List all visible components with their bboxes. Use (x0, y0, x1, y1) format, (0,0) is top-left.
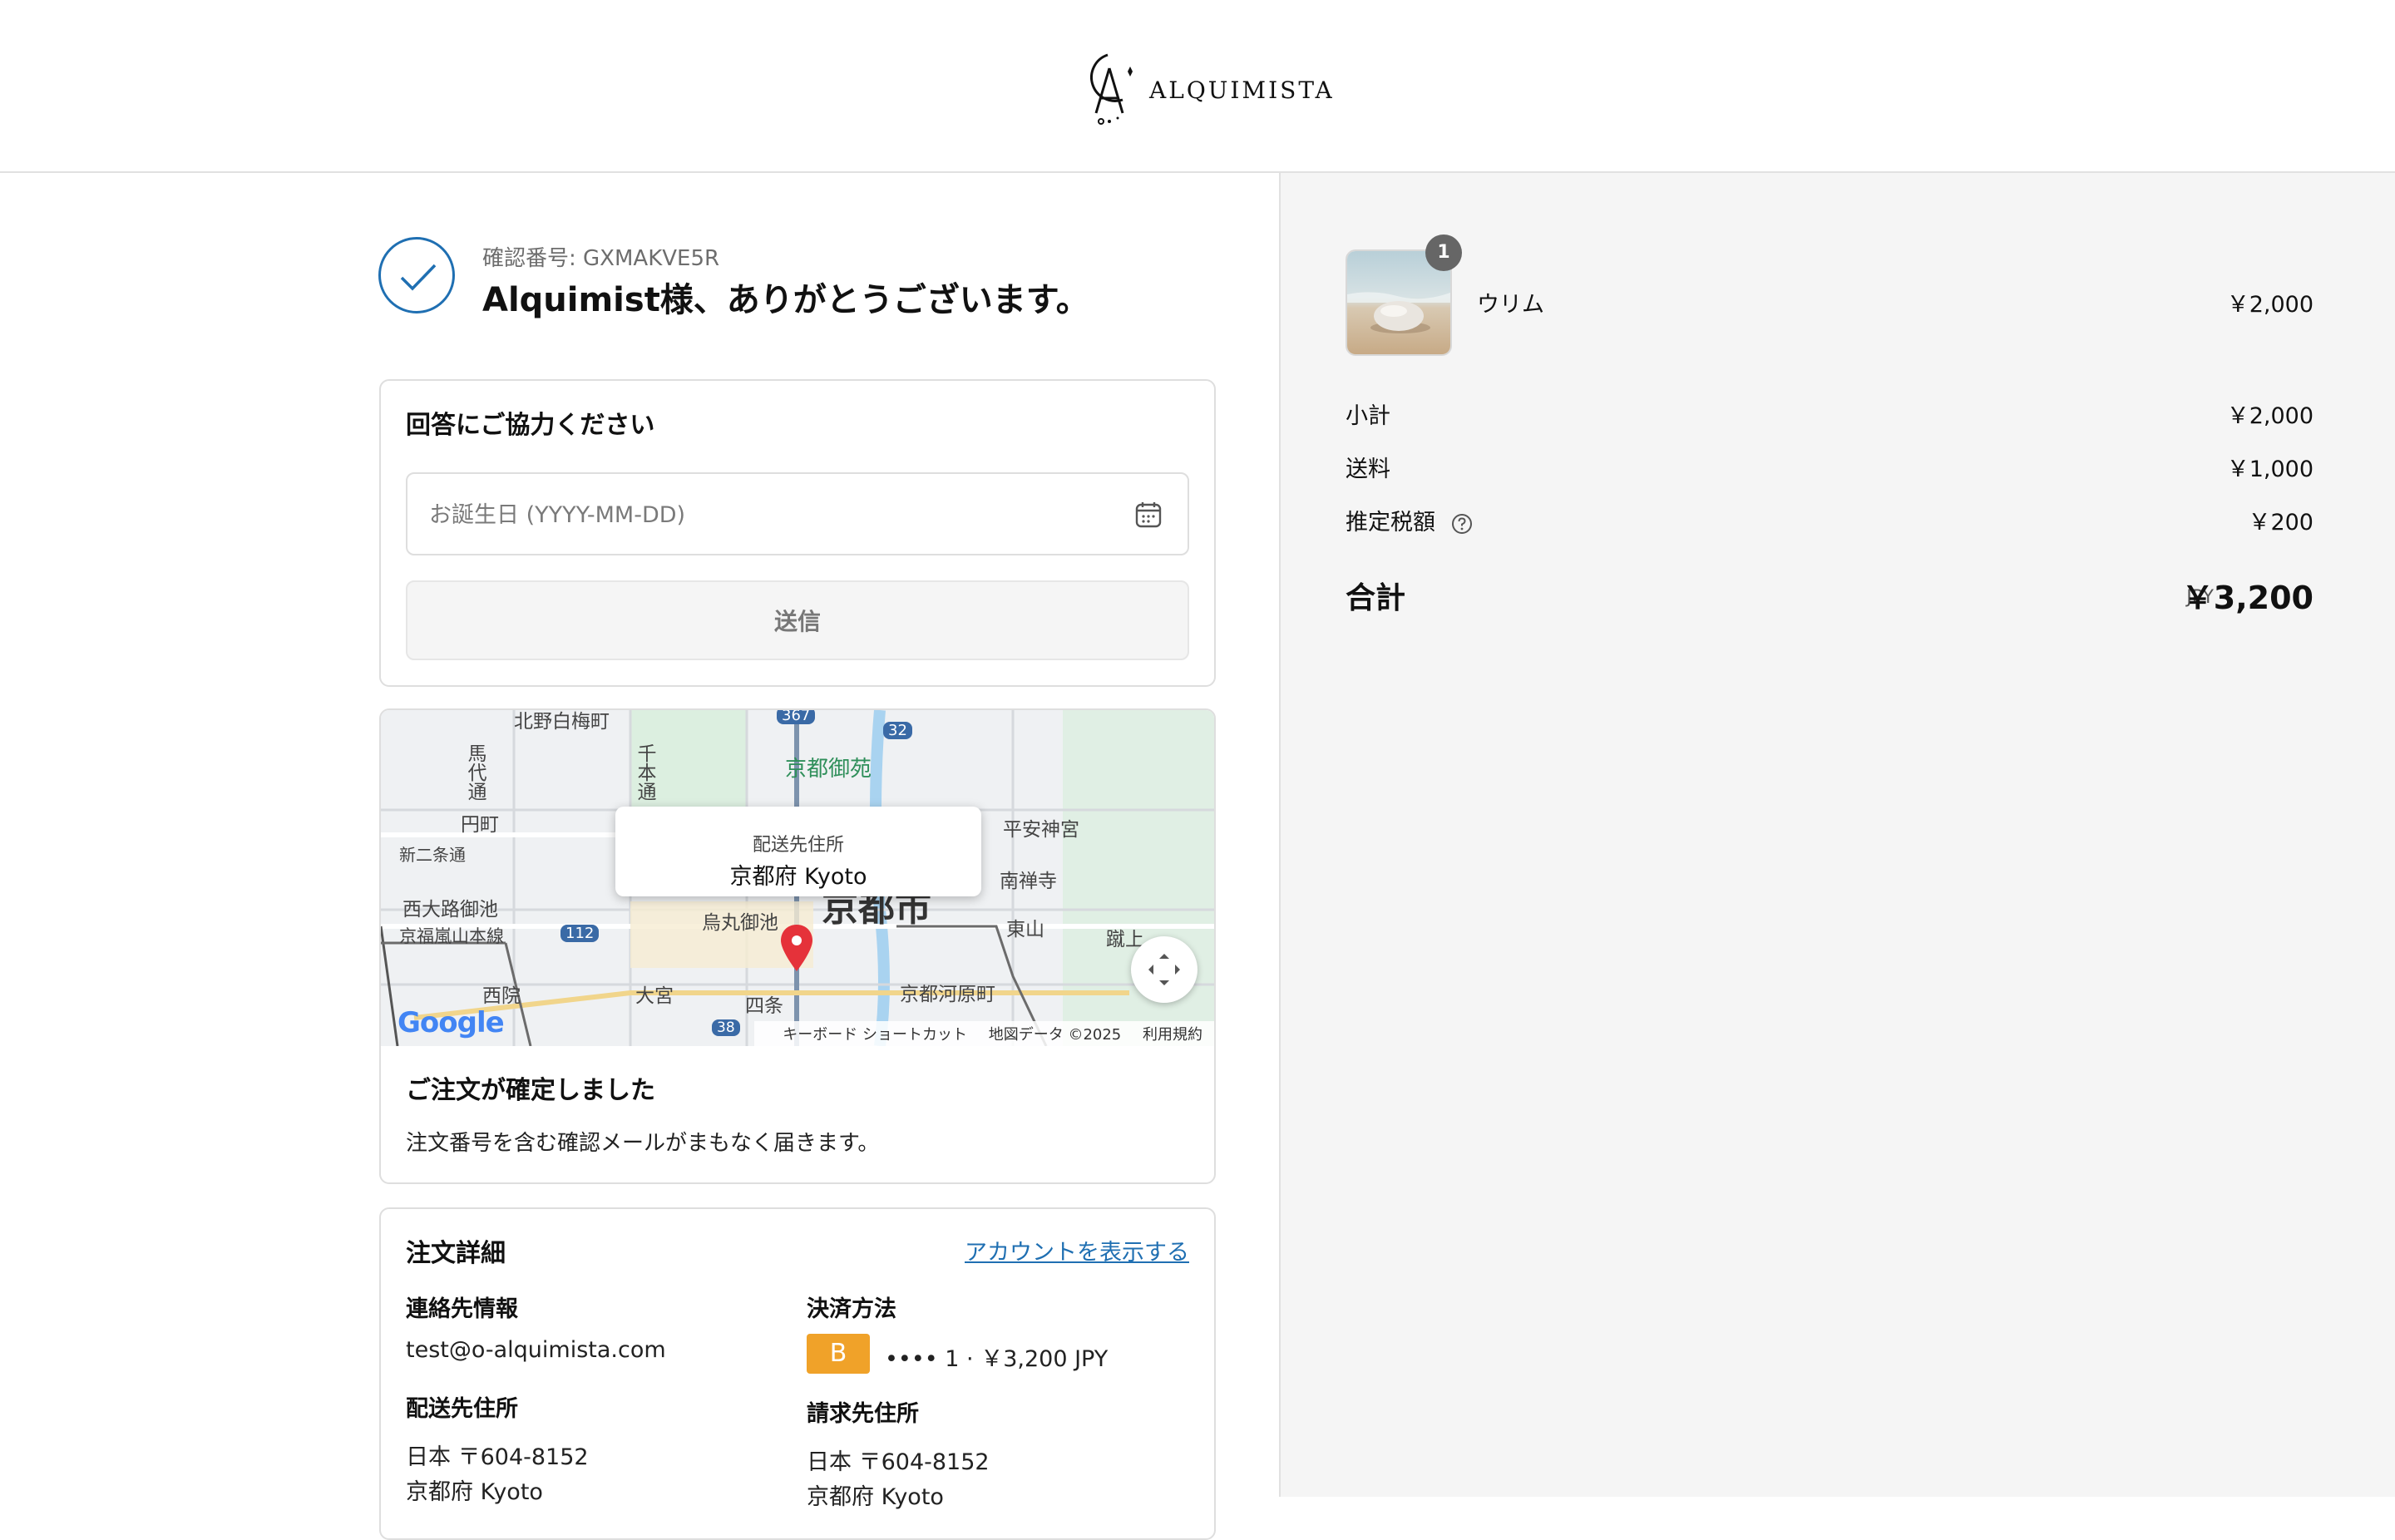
map-terms-link[interactable]: 利用規約 (1143, 1026, 1202, 1044)
billing-address-line1: 日本 〒604-8152 (807, 1449, 990, 1475)
payment-summary: •••• 1 · ￥3,200 JPY (885, 1346, 1109, 1372)
map-label-senbon: 千本通 (634, 743, 655, 801)
map-label-gosho: 京都御苑 (785, 757, 872, 782)
map-label-saiin: 西院 (482, 985, 521, 1007)
total-value: ￥3,200 (2181, 580, 2314, 616)
billing-address-heading: 請求先住所 (807, 1401, 919, 1427)
map-label-road-367: 367 (777, 710, 816, 724)
map-pin-icon[interactable] (778, 923, 815, 973)
order-confirmed-description: 注文番号を含む確認メールがまもなく届きます。 (406, 1131, 880, 1156)
shipping-label: 送料 (1346, 457, 1390, 482)
order-confirmed-card: 北野白梅町 京都御苑 367 32 馬代通 千本通 円町 新二条通 平安神宮 南… (379, 708, 1216, 1184)
map-label-heian: 平安神宮 (1003, 819, 1079, 841)
map-address-tooltip: 配送先住所 京都府 Kyoto (615, 807, 981, 896)
map-label-kawaramachi: 京都河原町 (900, 984, 995, 1005)
payment-method-badge: B (807, 1334, 870, 1374)
tax-value: ￥200 (2248, 510, 2314, 536)
submit-button[interactable]: 送信 (406, 580, 1189, 660)
map-keyboard-shortcuts[interactable]: キーボード ショートカット (783, 1026, 967, 1044)
tax-row: 推定税額 (1346, 504, 1473, 536)
map-label-nanzenji: 南禅寺 (1000, 871, 1057, 892)
map-data-credit: 地図データ ©2025 (988, 1026, 1122, 1044)
map-label-shijo: 四条 (745, 995, 783, 1017)
alquimista-logo-icon (1090, 53, 1133, 125)
confirmation-number: 確認番号: GXMAKVE5R (482, 246, 720, 271)
map-fullscreen-button[interactable] (1131, 936, 1198, 1003)
view-account-link[interactable]: アカウントを表示する (965, 1234, 1189, 1266)
map-label-higashiyama: 東山 (1006, 919, 1044, 940)
tax-label: 推定税額 (1346, 510, 1435, 536)
subtotal-value: ￥2,000 (2226, 403, 2314, 429)
order-confirmed-title: ご注文が確定しました (406, 1076, 655, 1105)
order-details-title: 注文詳細 (406, 1239, 506, 1268)
map-label-shinnijo: 新二条通 (399, 845, 466, 865)
calendar-icon[interactable] (1134, 501, 1163, 529)
shipping-address-line1: 日本 〒604-8152 (406, 1444, 589, 1470)
map-label-baba: 馬代通 (464, 743, 486, 801)
map-label-nishioji: 西大路御池 (402, 899, 498, 921)
item-name: ウリム (1477, 292, 1544, 318)
map-label-kitano: 北野白梅町 (514, 711, 610, 733)
thank-you-heading: Alquimist様、ありがとうございます。 (482, 281, 1089, 319)
help-icon[interactable] (1451, 513, 1473, 535)
success-check (378, 237, 455, 313)
birthday-field[interactable] (406, 472, 1189, 555)
check-icon (400, 264, 437, 291)
order-summary: 1 ウリム ￥2,000 小計 ￥2,000 送料 ￥1,000 推定税額 ￥2… (1279, 173, 2395, 1497)
total-label: 合計 (1346, 581, 1406, 615)
expand-icon (1148, 954, 1180, 985)
map-label-karasuma: 烏丸御池 (702, 912, 778, 934)
contact-heading: 連絡先情報 (406, 1296, 518, 1322)
delivery-map[interactable]: 北野白梅町 京都御苑 367 32 馬代通 千本通 円町 新二条通 平安神宮 南… (381, 710, 1214, 1046)
brand-logo[interactable]: ALQUIMISTA (1079, 48, 1332, 128)
shipping-address-line2: 京都府 Kyoto (406, 1479, 543, 1505)
map-label-sagano: 京福嵐山本線 (399, 926, 504, 946)
map-label-road-112: 112 (560, 925, 600, 942)
map-footer: キーボード ショートカット 地図データ ©2025 利用規約 (754, 1021, 1214, 1046)
map-label-road-32: 32 (883, 722, 912, 739)
birthday-input[interactable] (427, 494, 1113, 536)
item-quantity-badge: 1 (1425, 234, 1462, 271)
survey-title: 回答にご協力ください (406, 411, 655, 440)
payment-heading: 決済方法 (807, 1296, 896, 1322)
map-label-road-38: 38 (712, 1019, 740, 1036)
map-label-enmachi: 円町 (461, 814, 499, 836)
subtotal-label: 小計 (1346, 403, 1390, 429)
tooltip-title: 配送先住所 (752, 835, 844, 856)
brand-name: ALQUIMISTA (1149, 77, 1335, 104)
google-logo[interactable]: Google (398, 1006, 505, 1039)
billing-address-line2: 京都府 Kyoto (807, 1484, 944, 1510)
survey-card: 回答にご協力ください 送信 (379, 379, 1216, 687)
item-price: ￥2,000 (2226, 292, 2314, 318)
map-label-omiya: 大宮 (635, 985, 674, 1007)
shipping-address-heading: 配送先住所 (406, 1396, 518, 1422)
page-header: ALQUIMISTA (0, 0, 2395, 173)
shipping-value: ￥1,000 (2226, 457, 2314, 482)
order-details-card: 注文詳細 アカウントを表示する 連絡先情報 test@o-alquimista.… (379, 1207, 1216, 1540)
tooltip-address: 京都府 Kyoto (729, 864, 867, 890)
contact-email: test@o-alquimista.com (406, 1337, 666, 1363)
